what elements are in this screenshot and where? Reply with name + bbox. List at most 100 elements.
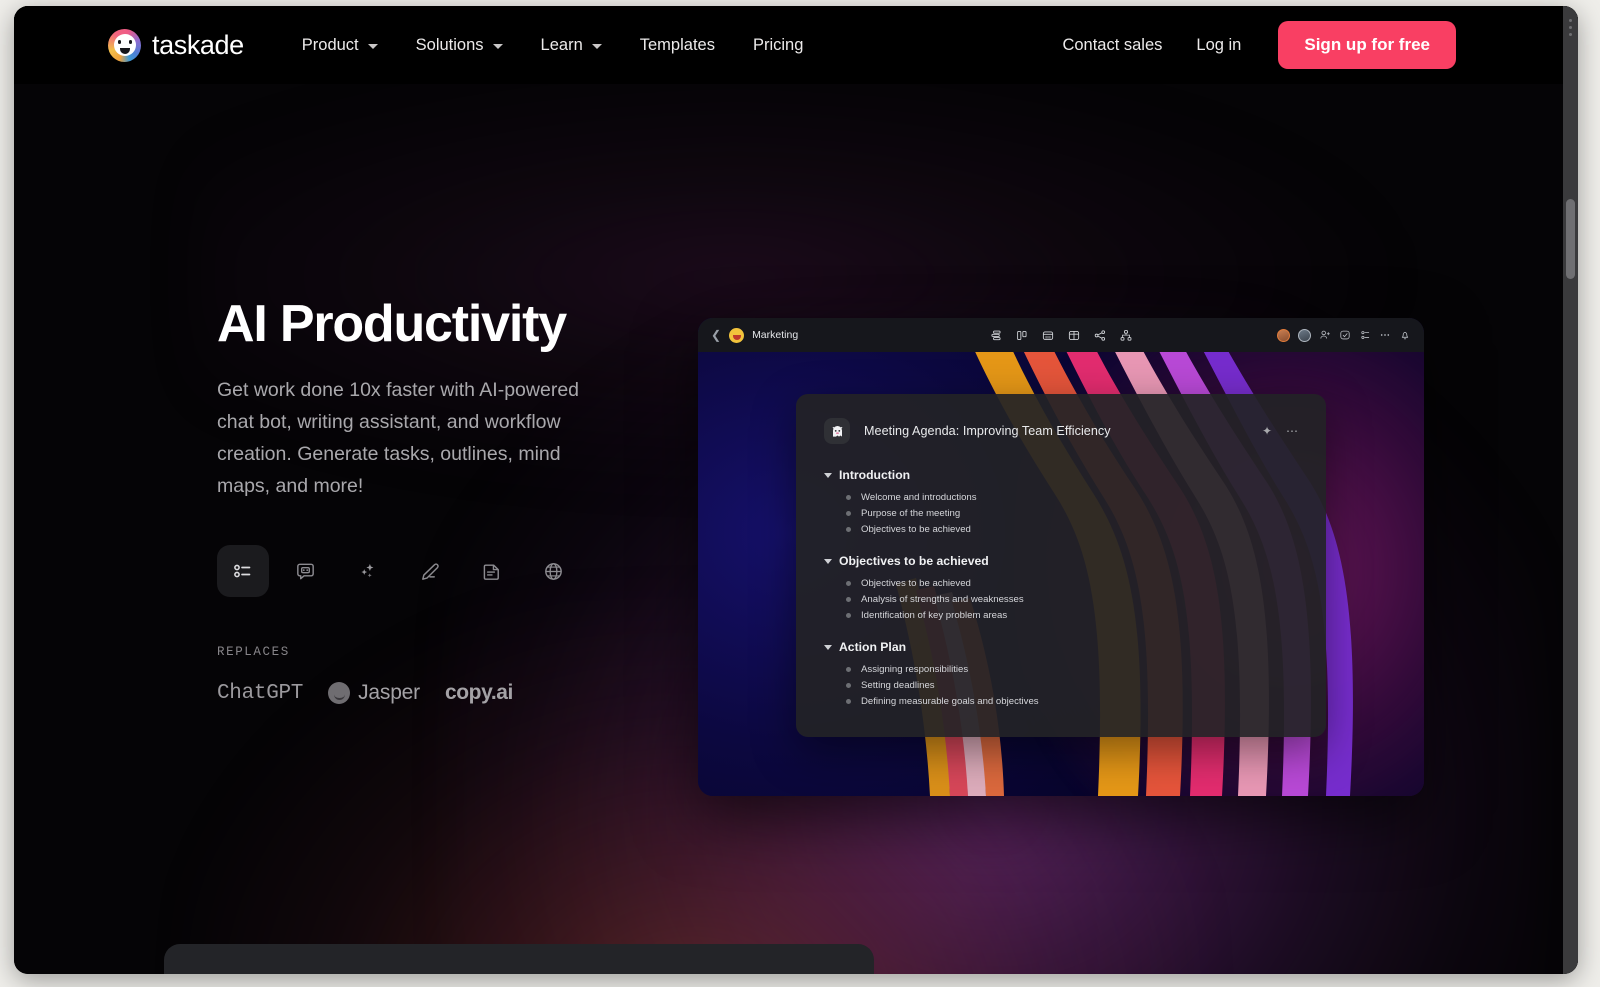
nav-item-pricing[interactable]: Pricing xyxy=(734,26,822,65)
sparkles-ai-icon xyxy=(356,560,379,583)
outline-item[interactable]: Identification of key problem areas xyxy=(846,607,1298,623)
globe-icon-button[interactable] xyxy=(527,545,579,597)
page-root: taskade Product Solutions Learn Template… xyxy=(14,6,1578,974)
outline-heading[interactable]: Action Plan xyxy=(824,640,1298,654)
outline-item[interactable]: Welcome and introductions xyxy=(846,489,1298,505)
chevron-down-icon xyxy=(592,44,602,49)
avatar-2[interactable] xyxy=(1298,329,1311,342)
outline-item-label: Welcome and introductions xyxy=(861,492,977,503)
pen-write-icon-button[interactable] xyxy=(403,545,455,597)
mockup-toolbar-left: ❮ Marketing xyxy=(711,328,798,343)
mindmap-view-icon[interactable] xyxy=(1120,329,1133,342)
calendar-view-icon[interactable] xyxy=(1042,329,1055,342)
nav-item-learn[interactable]: Learn xyxy=(522,26,621,65)
comment-icon[interactable] xyxy=(1339,329,1351,341)
app-preview-mockup: ❮ Marketing xyxy=(698,318,1424,796)
pen-write-icon xyxy=(418,560,441,583)
outline-item[interactable]: Objectives to be achieved xyxy=(846,575,1298,591)
feature-icon-row xyxy=(217,545,647,597)
outline-item[interactable]: Assigning responsibilities xyxy=(846,661,1298,677)
outline-list-icon-button[interactable] xyxy=(217,545,269,597)
list-view-icon[interactable] xyxy=(990,329,1003,342)
replaces-item-copyai: copy.ai xyxy=(445,681,513,705)
bullet-icon xyxy=(846,511,851,516)
outline-item-label: Objectives to be achieved xyxy=(861,524,971,535)
hero-title: AI Productivity xyxy=(217,296,647,353)
collapse-caret-icon[interactable] xyxy=(824,473,832,478)
nav-item-templates[interactable]: Templates xyxy=(621,26,734,65)
hero-text-column: AI Productivity Get work done 10x faster… xyxy=(217,296,647,705)
filter-icon[interactable] xyxy=(1359,329,1371,341)
nav-item-templates-label: Templates xyxy=(640,36,715,55)
outline-heading-label: Action Plan xyxy=(839,640,906,654)
outline-item[interactable]: Analysis of strengths and weaknesses xyxy=(846,591,1298,607)
outline-group-introduction: Introduction Welcome and introductions P… xyxy=(824,468,1298,537)
agenda-card: Meeting Agenda: Improving Team Efficienc… xyxy=(796,394,1326,737)
contact-sales-link[interactable]: Contact sales xyxy=(1045,26,1179,65)
outline-list-icon xyxy=(231,559,255,583)
collapse-caret-icon[interactable] xyxy=(824,559,832,564)
document-icon xyxy=(480,560,503,583)
taskade-logo-icon xyxy=(108,29,141,62)
agenda-outline: Introduction Welcome and introductions P… xyxy=(824,468,1298,709)
login-link[interactable]: Log in xyxy=(1179,26,1258,65)
agenda-card-actions: ✦ ⋯ xyxy=(1262,425,1298,437)
avatar-1[interactable] xyxy=(1277,329,1290,342)
outline-item-label: Setting deadlines xyxy=(861,680,935,691)
outline-group-objectives: Objectives to be achieved Objectives to … xyxy=(824,554,1298,623)
replaces-item-chatgpt: ChatGPT xyxy=(217,682,303,705)
collapse-caret-icon[interactable] xyxy=(824,645,832,650)
ai-ghost-avatar-icon xyxy=(824,418,850,444)
outline-group-action-plan: Action Plan Assigning responsibilities S… xyxy=(824,640,1298,709)
sign-up-button[interactable]: Sign up for free xyxy=(1278,21,1456,69)
bullet-icon xyxy=(846,613,851,618)
share-icon[interactable] xyxy=(1094,329,1107,342)
nav-item-learn-label: Learn xyxy=(541,36,583,55)
chevron-left-icon[interactable]: ❮ xyxy=(711,329,721,341)
nav-item-product[interactable]: Product xyxy=(283,26,397,65)
browser-window: taskade Product Solutions Learn Template… xyxy=(14,6,1578,974)
outline-item[interactable]: Objectives to be achieved xyxy=(846,521,1298,537)
outline-item[interactable]: Purpose of the meeting xyxy=(846,505,1298,521)
scrollbar-dots-icon xyxy=(1569,19,1573,40)
brand-logo-link[interactable]: taskade xyxy=(108,29,244,62)
replaces-item-jasper-label: Jasper xyxy=(358,681,420,705)
bullet-icon xyxy=(846,527,851,532)
board-view-icon[interactable] xyxy=(1016,329,1029,342)
nav-actions: Contact sales Log in Sign up for free xyxy=(1045,21,1578,69)
bullet-icon xyxy=(846,667,851,672)
outline-item[interactable]: Defining measurable goals and objectives xyxy=(846,693,1298,709)
add-member-icon[interactable] xyxy=(1319,329,1331,341)
ai-sparkle-icon[interactable]: ✦ xyxy=(1262,425,1272,437)
outline-heading[interactable]: Objectives to be achieved xyxy=(824,554,1298,568)
globe-icon xyxy=(542,560,565,583)
mockup-view-switcher xyxy=(990,329,1133,342)
outline-item[interactable]: Setting deadlines xyxy=(846,677,1298,693)
nav-item-pricing-label: Pricing xyxy=(753,36,803,55)
outline-item-label: Identification of key problem areas xyxy=(861,610,1007,621)
chat-bot-icon-button[interactable] xyxy=(279,545,331,597)
bullet-icon xyxy=(846,597,851,602)
chevron-down-icon xyxy=(493,44,503,49)
more-options-icon[interactable] xyxy=(1379,329,1391,341)
smiley-emoji-icon xyxy=(729,328,744,343)
notification-bell-icon[interactable] xyxy=(1399,329,1411,341)
top-navigation-bar: taskade Product Solutions Learn Template… xyxy=(14,6,1578,84)
scrollbar-thumb[interactable] xyxy=(1566,199,1575,279)
replaces-logo-row: ChatGPT Jasper copy.ai xyxy=(217,681,647,705)
outline-item-label: Objectives to be achieved xyxy=(861,578,971,589)
mockup-toolbar: ❮ Marketing xyxy=(698,318,1424,352)
mockup-toolbar-right xyxy=(1277,329,1411,342)
chevron-down-icon xyxy=(368,44,378,49)
table-view-icon[interactable] xyxy=(1068,329,1081,342)
replaces-label: REPLACES xyxy=(217,645,647,659)
replaces-item-jasper: Jasper xyxy=(328,681,420,705)
page-scrollbar[interactable] xyxy=(1563,6,1578,974)
outline-heading[interactable]: Introduction xyxy=(824,468,1298,482)
chat-bot-icon xyxy=(294,560,317,583)
contact-sales-label: Contact sales xyxy=(1062,36,1162,55)
document-icon-button[interactable] xyxy=(465,545,517,597)
nav-item-solutions[interactable]: Solutions xyxy=(397,26,522,65)
sparkles-ai-icon-button[interactable] xyxy=(341,545,393,597)
more-options-icon[interactable]: ⋯ xyxy=(1286,425,1298,437)
